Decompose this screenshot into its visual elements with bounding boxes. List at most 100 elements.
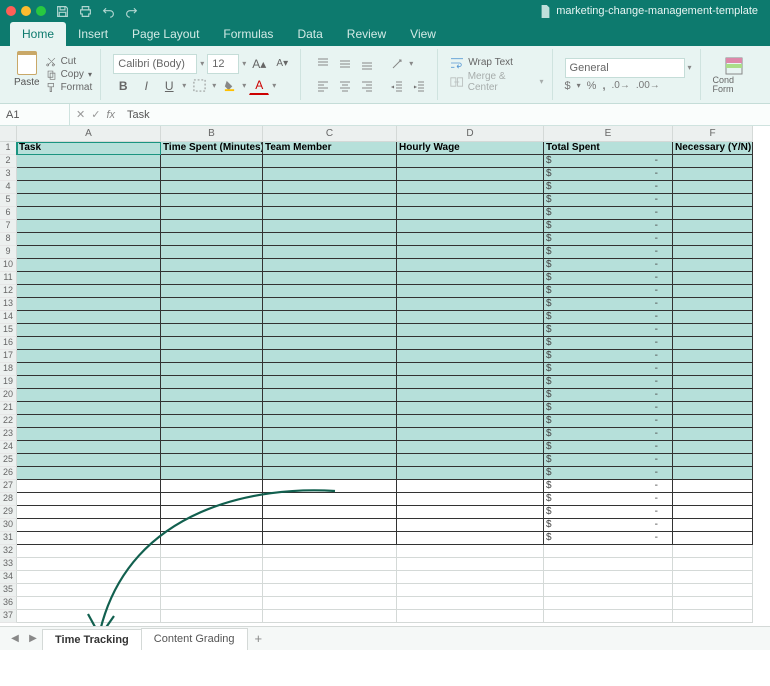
cell-F17[interactable] — [673, 350, 753, 363]
cell-B5[interactable] — [161, 194, 263, 207]
cell-B7[interactable] — [161, 220, 263, 233]
cell-A7[interactable] — [17, 220, 161, 233]
row-header-13[interactable]: 13 — [0, 298, 17, 311]
row-header-21[interactable]: 21 — [0, 402, 17, 415]
cell-E6[interactable] — [544, 207, 673, 220]
tab-data[interactable]: Data — [285, 22, 334, 46]
cell-B28[interactable] — [161, 493, 263, 506]
row-header-12[interactable]: 12 — [0, 285, 17, 298]
cell-D11[interactable] — [397, 272, 544, 285]
cell-B27[interactable] — [161, 480, 263, 493]
cell-D1[interactable]: Hourly Wage — [397, 142, 544, 155]
cell-D19[interactable] — [397, 376, 544, 389]
cell-B31[interactable] — [161, 532, 263, 545]
cell-F7[interactable] — [673, 220, 753, 233]
cell-F27[interactable] — [673, 480, 753, 493]
row-header-11[interactable]: 11 — [0, 272, 17, 285]
cell-E24[interactable] — [544, 441, 673, 454]
cell-D7[interactable] — [397, 220, 544, 233]
col-header-D[interactable]: D — [397, 126, 544, 142]
tab-review[interactable]: Review — [335, 22, 398, 46]
cell-E27[interactable] — [544, 480, 673, 493]
cell-C19[interactable] — [263, 376, 397, 389]
cell-A8[interactable] — [17, 233, 161, 246]
tab-formulas[interactable]: Formulas — [211, 22, 285, 46]
cell-A10[interactable] — [17, 259, 161, 272]
cell-C30[interactable] — [263, 519, 397, 532]
cell-F5[interactable] — [673, 194, 753, 207]
row-header-5[interactable]: 5 — [0, 194, 17, 207]
cell-D9[interactable] — [397, 246, 544, 259]
border-button[interactable] — [189, 76, 209, 96]
spreadsheet-grid[interactable]: ABCDEF1TaskTime Spent (Minutes)Team Memb… — [0, 126, 770, 650]
cell-E36[interactable] — [544, 597, 673, 610]
cell-A5[interactable] — [17, 194, 161, 207]
cell-D32[interactable] — [397, 545, 544, 558]
cell-D13[interactable] — [397, 298, 544, 311]
cell-E31[interactable] — [544, 532, 673, 545]
cell-A30[interactable] — [17, 519, 161, 532]
maximize-window-icon[interactable] — [36, 6, 46, 16]
cell-E10[interactable] — [544, 259, 673, 272]
cell-F15[interactable] — [673, 324, 753, 337]
cell-F35[interactable] — [673, 584, 753, 597]
cell-A3[interactable] — [17, 168, 161, 181]
cell-C8[interactable] — [263, 233, 397, 246]
cell-A32[interactable] — [17, 545, 161, 558]
cell-B22[interactable] — [161, 415, 263, 428]
cell-C13[interactable] — [263, 298, 397, 311]
cell-A16[interactable] — [17, 337, 161, 350]
cell-E28[interactable] — [544, 493, 673, 506]
cell-E4[interactable] — [544, 181, 673, 194]
row-header-35[interactable]: 35 — [0, 584, 17, 597]
cell-D33[interactable] — [397, 558, 544, 571]
cell-A27[interactable] — [17, 480, 161, 493]
cell-C35[interactable] — [263, 584, 397, 597]
name-box[interactable]: A1 — [0, 104, 70, 125]
row-header-32[interactable]: 32 — [0, 545, 17, 558]
cell-E7[interactable] — [544, 220, 673, 233]
prev-sheet-icon[interactable]: ◀ — [6, 633, 24, 644]
cell-F6[interactable] — [673, 207, 753, 220]
cell-E26[interactable] — [544, 467, 673, 480]
cell-C12[interactable] — [263, 285, 397, 298]
cell-D29[interactable] — [397, 506, 544, 519]
row-header-30[interactable]: 30 — [0, 519, 17, 532]
tab-home[interactable]: Home — [10, 22, 66, 46]
cut-button[interactable]: Cut — [46, 56, 93, 67]
cell-A26[interactable] — [17, 467, 161, 480]
italic-button[interactable]: I — [136, 76, 156, 96]
cell-C10[interactable] — [263, 259, 397, 272]
cell-F14[interactable] — [673, 311, 753, 324]
cell-A1[interactable]: Task — [17, 142, 161, 155]
cell-E22[interactable] — [544, 415, 673, 428]
cell-F4[interactable] — [673, 181, 753, 194]
decrease-indent-icon[interactable] — [387, 76, 407, 96]
cell-E33[interactable] — [544, 558, 673, 571]
cell-E5[interactable] — [544, 194, 673, 207]
cell-F13[interactable] — [673, 298, 753, 311]
cell-C24[interactable] — [263, 441, 397, 454]
font-color-button[interactable]: A — [249, 77, 269, 95]
cell-B1[interactable]: Time Spent (Minutes) — [161, 142, 263, 155]
row-header-14[interactable]: 14 — [0, 311, 17, 324]
cell-A33[interactable] — [17, 558, 161, 571]
cell-E34[interactable] — [544, 571, 673, 584]
next-sheet-icon[interactable]: ▶ — [24, 633, 42, 644]
cell-C16[interactable] — [263, 337, 397, 350]
cell-B9[interactable] — [161, 246, 263, 259]
cell-A14[interactable] — [17, 311, 161, 324]
accept-formula-icon[interactable]: ✓ — [91, 108, 100, 121]
cell-D8[interactable] — [397, 233, 544, 246]
cell-D35[interactable] — [397, 584, 544, 597]
underline-button[interactable]: U — [159, 76, 179, 96]
cell-A36[interactable] — [17, 597, 161, 610]
cell-C1[interactable]: Team Member — [263, 142, 397, 155]
cell-B35[interactable] — [161, 584, 263, 597]
cell-D26[interactable] — [397, 467, 544, 480]
cell-F36[interactable] — [673, 597, 753, 610]
copy-button[interactable]: Copy▾ — [46, 69, 93, 80]
cell-F8[interactable] — [673, 233, 753, 246]
cell-B37[interactable] — [161, 610, 263, 623]
row-header-20[interactable]: 20 — [0, 389, 17, 402]
